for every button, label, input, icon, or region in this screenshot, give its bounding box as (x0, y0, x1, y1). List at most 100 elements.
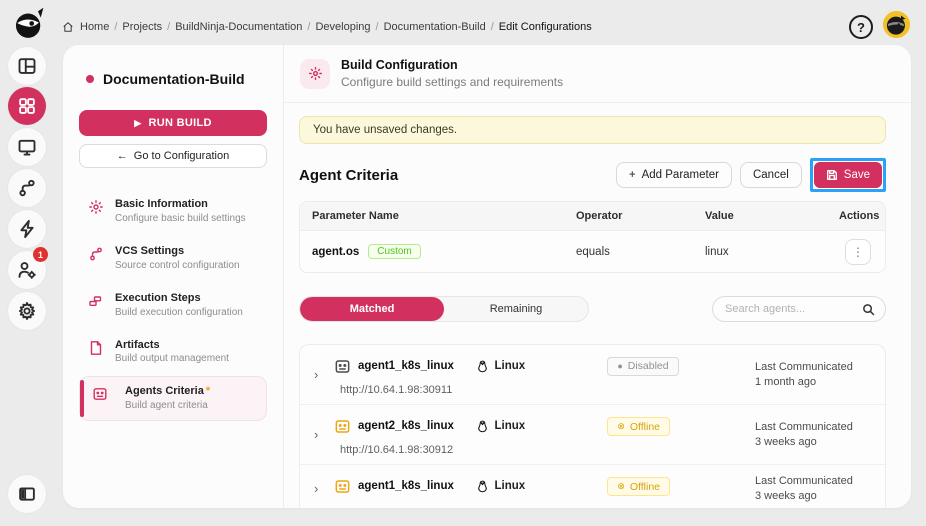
agent-os: Linux (494, 360, 526, 372)
nav-item-artifacts[interactable]: Artifacts Build output management (79, 330, 267, 375)
nav-item-title: Artifacts (115, 338, 160, 351)
breadcrumb-separator: / (307, 21, 311, 33)
nav-item-execution-steps[interactable]: Execution Steps Build execution configur… (79, 283, 267, 328)
tab-matched[interactable]: Matched (300, 297, 444, 321)
col-operator: Operator (576, 210, 623, 222)
parameter-name: agent.os (312, 245, 360, 258)
dot-icon: ● (617, 361, 623, 372)
linux-icon (477, 360, 487, 372)
col-actions: Actions (839, 210, 880, 222)
ninja-avatar-icon (883, 11, 910, 38)
last-communicated: Last Communicated 3 weeks ago (755, 421, 853, 448)
plus-icon: + (628, 169, 636, 181)
page-subtitle: Configure build settings and requirement… (341, 75, 564, 89)
section-header-row: Agent Criteria + Add Parameter Cancel Sa… (299, 158, 886, 192)
nav-item-vcs-settings[interactable]: VCS Settings Source control configuratio… (79, 236, 267, 281)
search-input[interactable] (725, 303, 862, 315)
nav-item-title: Agents Criteria * (125, 385, 211, 398)
home-icon (63, 22, 73, 32)
nav-item-title: Execution Steps (115, 291, 201, 304)
tab-remaining[interactable]: Remaining (444, 297, 588, 321)
required-asterisk: * (205, 385, 211, 398)
help-button[interactable]: ? (849, 15, 873, 39)
agent-machine-icon (334, 418, 351, 435)
agents-tabs: Matched Remaining (299, 296, 589, 322)
agents-list: › agent1_k8s_linux Linux ● Disabled http… (299, 344, 886, 508)
unsaved-changes-alert: You have unsaved changes. (299, 116, 886, 144)
agent-url: http://10.64.1.98:30911 (340, 384, 453, 396)
linux-icon (477, 480, 487, 492)
agent-name: agent1_k8s_linux (358, 480, 454, 492)
agents-monitor-icon[interactable] (8, 128, 46, 166)
agent-name: agent1_k8s_linux (358, 360, 454, 372)
chevron-right-icon[interactable]: › (314, 413, 334, 456)
dashboard-icon[interactable] (8, 47, 46, 85)
dots-vertical-icon: ⋮ (852, 244, 864, 259)
collapse-panel-icon[interactable] (8, 475, 46, 513)
vcs-branch-icon[interactable] (8, 169, 46, 207)
parameters-table: Parameter Name Operator Value Actions ag… (299, 201, 886, 273)
build-config-gear-icon (300, 58, 330, 89)
nav-item-title: VCS Settings (115, 244, 185, 257)
agent-url: http://10.64.1.98:30912 (340, 444, 454, 456)
breadcrumb-projects[interactable]: Projects (122, 21, 162, 33)
nav-item-basic-information[interactable]: Basic Information Configure basic build … (79, 189, 267, 234)
go-to-configuration-button[interactable]: ← Go to Configuration (79, 144, 267, 168)
file-icon (88, 340, 104, 356)
parameter-value: linux (705, 245, 729, 258)
parameter-operator: equals (576, 245, 610, 258)
last-communicated: Last Communicated 3 weeks ago (755, 475, 853, 502)
cancel-button[interactable]: Cancel (739, 162, 802, 188)
arrow-left-icon: ← (116, 150, 128, 162)
agent-icon (92, 386, 108, 402)
play-icon: ▶ (134, 117, 142, 128)
icon-rail: 1 (0, 40, 60, 526)
question-icon: ? (857, 19, 865, 35)
project-title-row: Documentation-Build (79, 71, 267, 87)
search-icon (863, 303, 875, 315)
breadcrumb-separator: / (167, 21, 171, 33)
save-button[interactable]: Save (813, 162, 882, 188)
breadcrumb-home[interactable]: Home (80, 21, 109, 33)
agent-row[interactable]: › agent2_k8s_linux Linux ⊗ Offline http:… (300, 405, 885, 465)
agent-machine-icon (334, 478, 351, 495)
row-actions-menu-button[interactable]: ⋮ (845, 238, 871, 265)
nav-item-subtitle: Build agent criteria (125, 400, 208, 412)
section-title: Agent Criteria (299, 166, 399, 184)
status-dot (86, 75, 94, 83)
agent-row[interactable]: › agent1_k8s_linux Linux (300, 465, 885, 508)
table-header-row: Parameter Name Operator Value Actions (300, 202, 885, 231)
status-badge-disabled: ● Disabled (607, 356, 679, 376)
agent-os: Linux (494, 480, 526, 492)
agent-row[interactable]: › agent1_k8s_linux Linux (300, 345, 885, 405)
chevron-right-icon[interactable]: › (314, 473, 334, 504)
projects-grid-icon[interactable] (8, 87, 46, 125)
nav-item-agents-criteria[interactable]: Agents Criteria * Build agent criteria (79, 376, 267, 422)
chevron-right-icon[interactable]: › (314, 353, 334, 396)
breadcrumb-current: Edit Configurations (498, 21, 592, 33)
build-sidebar: Documentation-Build ▶ RUN BUILD ← Go to … (63, 45, 284, 508)
nav-item-title: Basic Information (115, 198, 208, 210)
buildninja-logo[interactable] (10, 5, 48, 41)
project-name: Documentation-Build (103, 71, 245, 87)
builds-lightning-icon[interactable] (8, 210, 46, 248)
breadcrumb-subproject[interactable]: Developing (315, 21, 370, 33)
breadcrumb-build[interactable]: Documentation-Build (384, 21, 486, 33)
user-avatar[interactable] (883, 11, 910, 38)
status-badge-offline: ⊗ Offline (607, 417, 671, 436)
linux-icon (477, 420, 487, 432)
disconnect-icon: ⊗ (617, 421, 625, 431)
nav-item-subtitle: Build output management (115, 353, 229, 365)
run-build-button[interactable]: ▶ RUN BUILD (79, 110, 267, 136)
click-highlight-ring: Save (809, 158, 886, 192)
breadcrumb-project[interactable]: BuildNinja-Documentation (175, 21, 302, 33)
col-value: Value (705, 210, 734, 222)
settings-gear-icon[interactable] (8, 292, 46, 330)
breadcrumb: Home / Projects / BuildNinja-Documentati… (62, 21, 592, 33)
steps-icon (88, 293, 104, 309)
add-parameter-button[interactable]: + Add Parameter (615, 162, 732, 188)
agent-machine-icon (334, 358, 351, 375)
disconnect-icon: ⊗ (617, 481, 625, 491)
col-parameter-name: Parameter Name (312, 210, 399, 222)
status-badge-offline: ⊗ Offline (607, 477, 671, 496)
